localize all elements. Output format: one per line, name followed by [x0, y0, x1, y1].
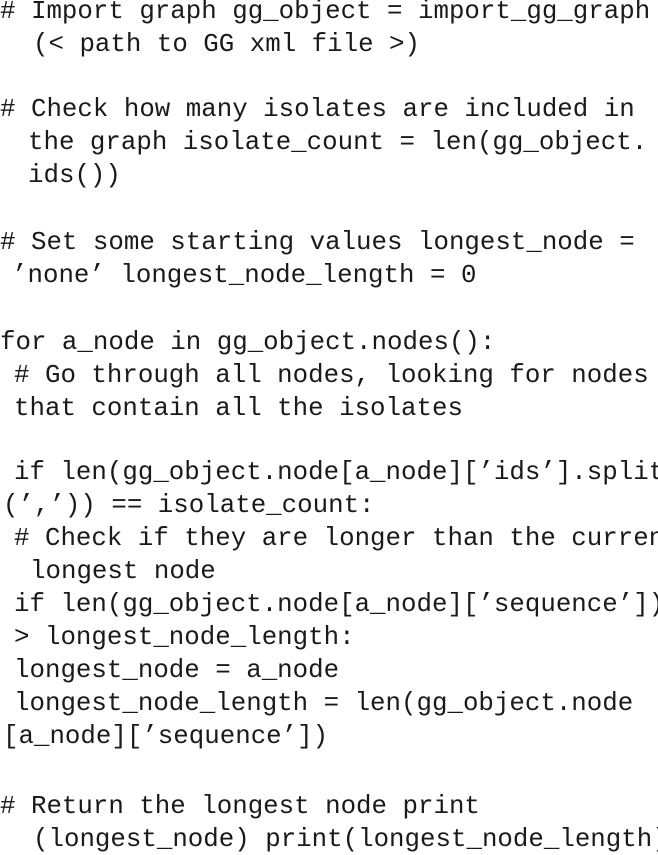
- code-line: (’,’)) == isolate_count:: [3, 491, 375, 520]
- code-line: if len(gg_object.node[a_node][’ids’].spl…: [14, 458, 658, 487]
- code-line: ids()): [28, 161, 121, 190]
- code-line: ’none’ longest_node_length = 0: [12, 261, 477, 290]
- code-line: # Check if they are longer than the curr…: [14, 524, 658, 553]
- code-line: # Import graph gg_object = import_gg_gra…: [0, 0, 651, 26]
- code-block: # Import graph gg_object = import_gg_gra…: [0, 0, 658, 854]
- code-line: longest node: [30, 557, 216, 586]
- code-line: longest_node_length = len(gg_object.node: [14, 689, 634, 718]
- code-line: for a_node in gg_object.nodes():: [0, 328, 496, 357]
- code-line: # Set some starting values longest_node …: [0, 228, 635, 257]
- code-line: > longest_node_length:: [14, 623, 355, 652]
- code-line: (longest_node) print(longest_node_length…: [33, 825, 658, 854]
- code-line: the graph isolate_count = len(gg_object.: [28, 128, 648, 157]
- code-line: [a_node][’sequence’]): [3, 722, 329, 751]
- code-line: if len(gg_object.node[a_node][’sequence’…: [14, 590, 658, 619]
- code-line: # Go through all nodes, looking for node…: [14, 361, 649, 390]
- code-line: (< path to GG xml file >): [33, 30, 421, 59]
- code-line: # Return the longest node print: [0, 792, 480, 821]
- code-line: longest_node = a_node: [14, 656, 340, 685]
- code-line: that contain all the isolates: [14, 394, 463, 423]
- code-line: # Check how many isolates are included i…: [0, 95, 635, 124]
